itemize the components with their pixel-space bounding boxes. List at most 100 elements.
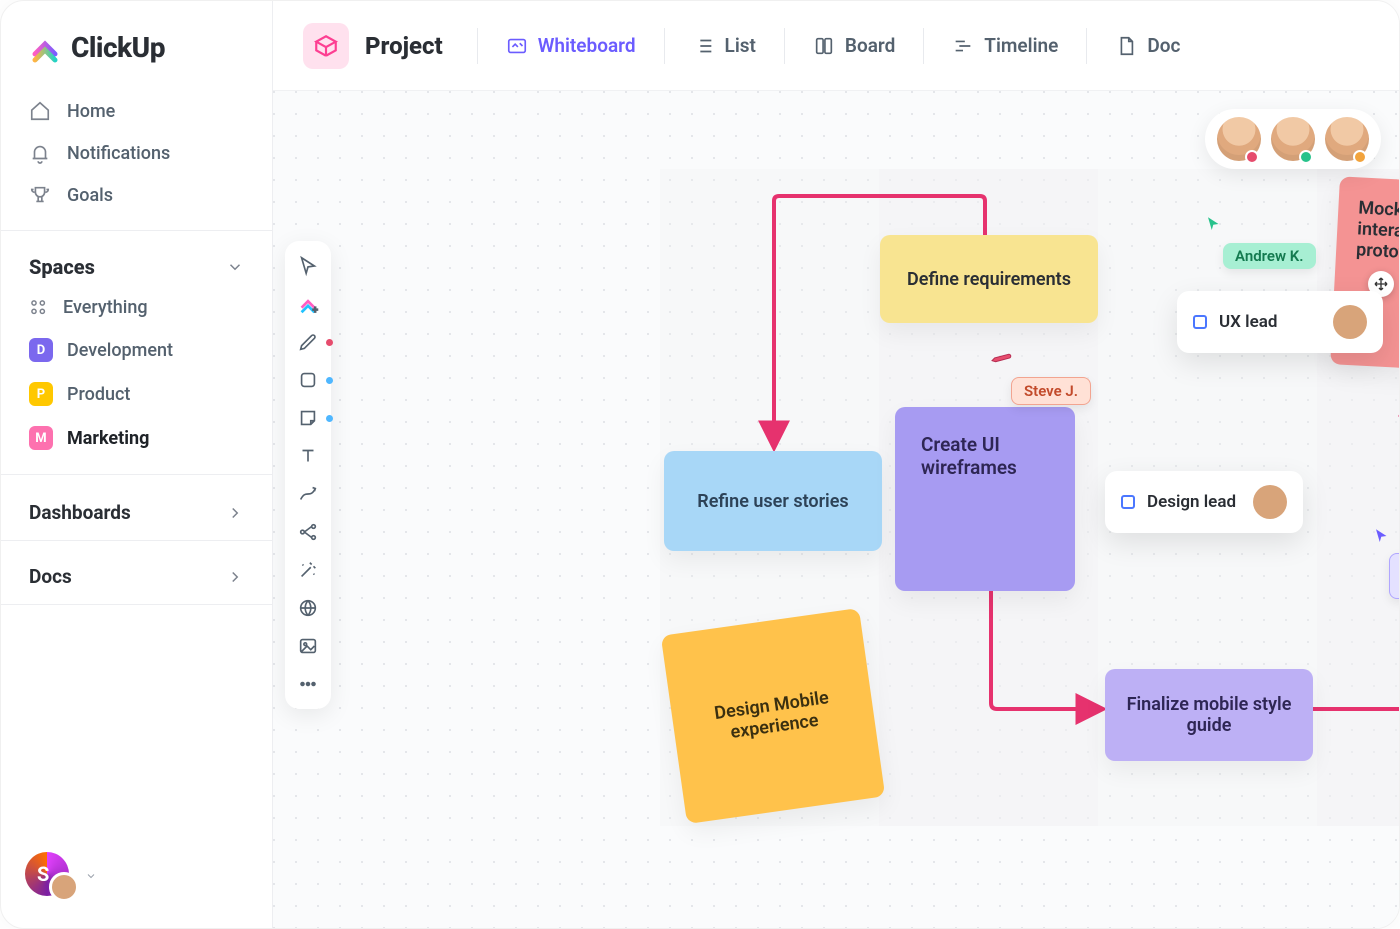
topbar: Project Whiteboard List Board Timeline bbox=[273, 1, 1399, 91]
doc-icon bbox=[1115, 35, 1137, 57]
note-text: Finalize mobile style guide bbox=[1125, 694, 1293, 736]
view-whiteboard[interactable]: Whiteboard bbox=[492, 26, 650, 65]
primary-nav: Home Notifications Goals bbox=[1, 84, 272, 222]
nav-notifications[interactable]: Notifications bbox=[15, 132, 258, 174]
connector-tool[interactable] bbox=[297, 483, 319, 505]
pen-tool[interactable] bbox=[297, 331, 319, 353]
task-checkbox[interactable] bbox=[1121, 495, 1135, 509]
cursor-label-nikita: Nikita Q. bbox=[1389, 553, 1399, 599]
sidebar-everything[interactable]: Everything bbox=[1, 287, 272, 328]
presence-avatar[interactable] bbox=[1325, 117, 1369, 161]
everything-icon bbox=[29, 298, 49, 318]
clickup-tool[interactable]: + bbox=[297, 293, 319, 315]
note-create-wireframes[interactable]: Create UI wireframes bbox=[895, 407, 1075, 591]
text-tool[interactable] bbox=[297, 445, 319, 467]
chevron-down-icon bbox=[85, 870, 97, 882]
spaces-title: Spaces bbox=[29, 255, 95, 279]
nav-label: Home bbox=[67, 101, 115, 122]
card-text: UX lead bbox=[1219, 312, 1277, 332]
view-timeline[interactable]: Timeline bbox=[938, 26, 1072, 65]
select-tool[interactable] bbox=[297, 255, 319, 277]
board-icon bbox=[813, 35, 835, 57]
card-design-lead[interactable]: Design lead bbox=[1105, 471, 1303, 533]
note-finalize-style-guide[interactable]: Finalize mobile style guide bbox=[1105, 669, 1313, 761]
view-label: List bbox=[725, 34, 756, 57]
clickup-logo-icon bbox=[29, 32, 61, 64]
nav-home[interactable]: Home bbox=[15, 90, 258, 132]
card-ux-lead[interactable]: UX lead bbox=[1177, 291, 1383, 353]
card-text: Design lead bbox=[1147, 492, 1236, 512]
note-design-mobile[interactable]: Design Mobile experience bbox=[661, 608, 885, 824]
note-define-requirements[interactable]: Define requirements bbox=[880, 235, 1098, 323]
sticky-tool[interactable] bbox=[297, 407, 319, 429]
mindmap-tool[interactable] bbox=[297, 521, 319, 543]
main: Project Whiteboard List Board Timeline bbox=[273, 1, 1399, 928]
presence-avatar[interactable] bbox=[1217, 117, 1261, 161]
view-board[interactable]: Board bbox=[799, 26, 909, 65]
user-menu[interactable]: S bbox=[1, 832, 272, 928]
space-badge: D bbox=[29, 338, 53, 362]
note-refine-user-stories[interactable]: Refine user stories bbox=[664, 451, 882, 551]
bell-icon bbox=[29, 142, 51, 164]
view-doc[interactable]: Doc bbox=[1101, 26, 1194, 65]
presence-avatars[interactable] bbox=[1205, 109, 1381, 169]
spaces-header[interactable]: Spaces bbox=[1, 239, 272, 287]
note-text: Design Mobile experience bbox=[691, 684, 855, 748]
magic-tool[interactable] bbox=[297, 559, 319, 581]
view-label: Board bbox=[845, 34, 895, 57]
nav-goals[interactable]: Goals bbox=[15, 174, 258, 216]
nav-label: Goals bbox=[67, 185, 113, 206]
whiteboard-toolbar: + bbox=[285, 241, 331, 709]
cursor-label-steve: Steve J. bbox=[1011, 377, 1091, 405]
note-text: Mock-up interactive prototype bbox=[1356, 197, 1399, 267]
cube-icon bbox=[313, 33, 339, 59]
space-development[interactable]: D Development bbox=[1, 328, 272, 372]
project-title: Project bbox=[365, 32, 443, 60]
space-product[interactable]: P Product bbox=[1, 372, 272, 416]
list-icon bbox=[693, 35, 715, 57]
sidebar: ClickUp Home Notifications Goals Spaces … bbox=[1, 1, 273, 928]
cursor-label-andrew: Andrew K. bbox=[1223, 243, 1316, 269]
whiteboard-icon bbox=[506, 35, 528, 57]
dashboards-label: Dashboards bbox=[29, 501, 131, 524]
dashboards-row[interactable]: Dashboards bbox=[1, 483, 272, 532]
timeline-icon bbox=[952, 35, 974, 57]
cursor-steve-icon bbox=[987, 343, 1017, 373]
nav-label: Notifications bbox=[67, 143, 170, 164]
assignee-avatar bbox=[1253, 485, 1287, 519]
task-checkbox[interactable] bbox=[1193, 315, 1207, 329]
note-text: Refine user stories bbox=[697, 491, 848, 512]
space-badge: P bbox=[29, 382, 53, 406]
space-label: Marketing bbox=[67, 428, 149, 449]
space-label: Development bbox=[67, 340, 173, 361]
view-list[interactable]: List bbox=[679, 26, 770, 65]
view-label: Doc bbox=[1147, 34, 1180, 57]
docs-row[interactable]: Docs bbox=[1, 549, 272, 596]
svg-text:+: + bbox=[313, 306, 318, 315]
view-label: Timeline bbox=[984, 34, 1058, 57]
note-text: Define requirements bbox=[907, 269, 1071, 290]
view-label: Whiteboard bbox=[538, 34, 636, 57]
home-icon bbox=[29, 100, 51, 122]
shape-tool[interactable] bbox=[297, 369, 319, 391]
brand-name: ClickUp bbox=[71, 31, 165, 64]
everything-label: Everything bbox=[63, 297, 148, 318]
cursor-andrew-icon bbox=[1205, 215, 1223, 233]
chevron-right-icon bbox=[226, 504, 244, 522]
trophy-icon bbox=[29, 184, 51, 206]
space-marketing[interactable]: M Marketing bbox=[1, 416, 272, 460]
more-tool[interactable] bbox=[297, 673, 319, 695]
image-tool[interactable] bbox=[297, 635, 319, 657]
space-badge: M bbox=[29, 426, 53, 450]
web-tool[interactable] bbox=[297, 597, 319, 619]
whiteboard-canvas[interactable]: + Define requirements Refine user storie… bbox=[273, 91, 1399, 928]
cursor-label-text: Andrew K. bbox=[1235, 247, 1304, 265]
note-text: Create UI wireframes bbox=[921, 433, 1049, 479]
presence-avatar[interactable] bbox=[1271, 117, 1315, 161]
user-avatar: S bbox=[25, 852, 73, 900]
docs-label: Docs bbox=[29, 565, 72, 588]
space-label: Product bbox=[67, 384, 130, 405]
project-icon-box[interactable] bbox=[303, 23, 349, 69]
cursor-label-text: Steve J. bbox=[1024, 382, 1078, 400]
brand-logo[interactable]: ClickUp bbox=[1, 1, 272, 84]
